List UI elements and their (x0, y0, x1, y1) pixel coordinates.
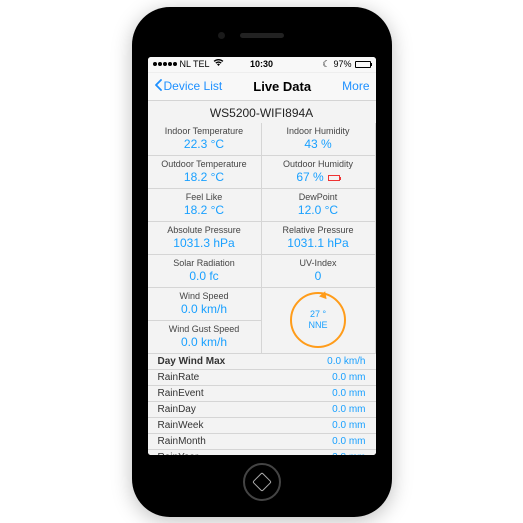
value: 1031.1 hPa (266, 236, 371, 250)
value: 0.0 km/h (152, 335, 257, 349)
value: 0.0 fc (152, 269, 257, 283)
value: 22.3 °C (152, 137, 257, 151)
value: 2.8 mm (332, 452, 365, 455)
label: Feel Like (152, 192, 257, 202)
wifi-icon (213, 58, 224, 70)
home-button-zone (243, 455, 281, 509)
value: 0.0 mm (332, 388, 365, 399)
cell-abs-pressure: Absolute Pressure 1031.3 hPa (148, 222, 262, 255)
label: DewPoint (266, 192, 371, 202)
low-battery-icon (328, 175, 340, 181)
value: 18.2 °C (152, 203, 257, 217)
label: Outdoor Temperature (152, 159, 257, 169)
label: Solar Radiation (152, 258, 257, 268)
row-rain-week: RainWeek 0.0 mm (148, 418, 376, 434)
label: Relative Pressure (266, 225, 371, 235)
label: RainMonth (158, 436, 206, 447)
cell-indoor-hum: Indoor Humidity 43 % (262, 123, 376, 156)
label: Outdoor Humidity (266, 159, 371, 169)
more-button[interactable]: More (342, 79, 369, 93)
value: 0.0 mm (332, 372, 365, 383)
chevron-left-icon (154, 79, 162, 94)
value: 0.0 km/h (152, 302, 257, 316)
row-rain-event: RainEvent 0.0 mm (148, 386, 376, 402)
cell-outdoor-hum: Outdoor Humidity 67 % (262, 156, 376, 189)
battery-percent: 97% (333, 59, 351, 69)
home-icon (252, 472, 272, 492)
earpiece (240, 33, 284, 38)
cell-outdoor-temp: Outdoor Temperature 18.2 °C (148, 156, 262, 189)
status-bar: NL TEL 10:30 ☾ 97% (148, 57, 376, 73)
row-rain-day: RainDay 0.0 mm (148, 402, 376, 418)
cell-solar: Solar Radiation 0.0 fc (148, 255, 262, 288)
label: Day Wind Max (158, 356, 226, 367)
summary-rows: Day Wind Max 0.0 km/h RainRate 0.0 mm Ra… (148, 354, 376, 455)
cell-rel-pressure: Relative Pressure 1031.1 hPa (262, 222, 376, 255)
front-camera (218, 32, 225, 39)
cell-indoor-temp: Indoor Temperature 22.3 °C (148, 123, 262, 156)
cell-dewpoint: DewPoint 12.0 °C (262, 189, 376, 222)
label: Absolute Pressure (152, 225, 257, 235)
value: 0.0 mm (332, 404, 365, 415)
dnd-moon-icon: ☾ (322, 59, 330, 70)
label: Wind Gust Speed (152, 324, 257, 334)
back-label: Device List (164, 79, 223, 93)
screen: NL TEL 10:30 ☾ 97% Device List (148, 57, 376, 455)
home-button[interactable] (243, 463, 281, 501)
row-rain-month: RainMonth 0.0 mm (148, 434, 376, 450)
value: 0.0 mm (332, 436, 365, 447)
row-day-wind-max: Day Wind Max 0.0 km/h (148, 354, 376, 370)
compass-degrees: 27 ° (310, 309, 326, 320)
cell-compass: 27 ° NNE (262, 288, 376, 354)
value: 0.0 mm (332, 420, 365, 431)
label: RainYear (158, 452, 199, 455)
label: RainWeek (158, 420, 204, 431)
label: RainRate (158, 372, 200, 383)
value: 1031.3 hPa (152, 236, 257, 250)
value: 43 % (266, 137, 371, 151)
back-button[interactable]: Device List (154, 79, 223, 94)
signal-icon (153, 62, 177, 66)
earpiece-zone (140, 15, 384, 57)
label: Indoor Temperature (152, 126, 257, 136)
carrier-label: NL TEL (180, 59, 210, 69)
phone-frame: NL TEL 10:30 ☾ 97% Device List (132, 7, 392, 517)
device-name: WS5200-WIFI894A (148, 101, 376, 123)
compass-direction: NNE (308, 320, 327, 331)
cell-feel-like: Feel Like 18.2 °C (148, 189, 262, 222)
nav-bar: Device List Live Data More (148, 73, 376, 101)
value: 0.0 km/h (327, 356, 365, 367)
label: RainDay (158, 404, 196, 415)
value: 67 % (266, 170, 371, 184)
value: 12.0 °C (266, 203, 371, 217)
phone-bezel: NL TEL 10:30 ☾ 97% Device List (140, 15, 384, 509)
row-rain-rate: RainRate 0.0 mm (148, 370, 376, 386)
cell-gust-speed: Wind Gust Speed 0.0 km/h (148, 321, 262, 354)
label: RainEvent (158, 388, 204, 399)
label: Wind Speed (152, 291, 257, 301)
wind-block: Wind Speed 0.0 km/h Wind Gust Speed 0.0 … (148, 288, 376, 354)
content[interactable]: WS5200-WIFI894A Indoor Temperature 22.3 … (148, 101, 376, 455)
sensor-grid: Indoor Temperature 22.3 °C Indoor Humidi… (148, 123, 376, 288)
label: UV-Index (266, 258, 371, 268)
value: 18.2 °C (152, 170, 257, 184)
compass-icon: 27 ° NNE (290, 292, 346, 348)
battery-icon (355, 61, 371, 68)
page-title: Live Data (253, 79, 311, 94)
cell-uv: UV-Index 0 (262, 255, 376, 288)
value: 0 (266, 269, 371, 283)
cell-wind-speed: Wind Speed 0.0 km/h (148, 288, 262, 321)
label: Indoor Humidity (266, 126, 371, 136)
